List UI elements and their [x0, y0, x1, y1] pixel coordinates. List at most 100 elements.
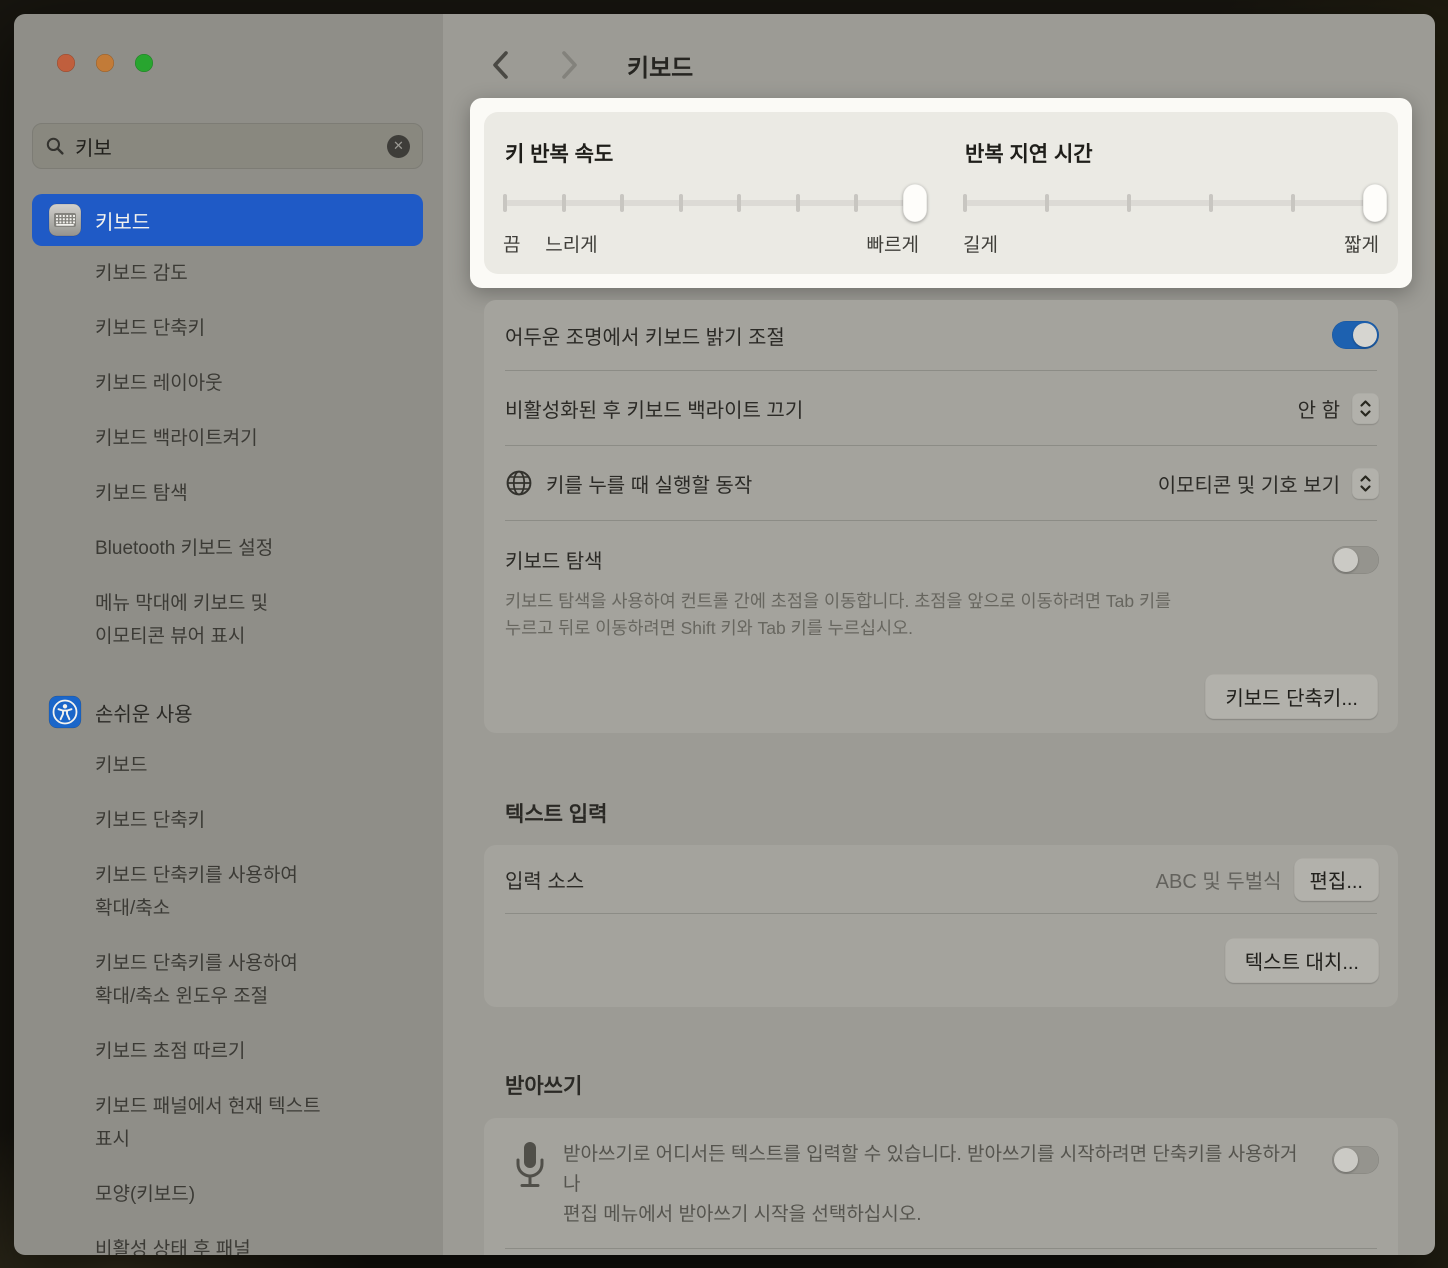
keyboard-navigation-label: 키보드 탐색 [505, 545, 603, 574]
clear-search-icon[interactable]: ✕ [387, 135, 410, 158]
repeat-delay-slider[interactable] [965, 184, 1375, 222]
window-controls [57, 54, 153, 72]
search-input[interactable]: 키보 [75, 132, 377, 161]
slider-tick [737, 194, 741, 212]
sidebar-item[interactable]: Bluetooth 키보드 설정 [32, 521, 423, 576]
text-input-card: 입력 소스 ABC 및 두벌식 편집... 텍스트 대치... [484, 845, 1398, 1007]
close-window-button[interactable] [57, 54, 75, 72]
forward-button[interactable] [553, 48, 587, 82]
sidebar: 키보 ✕ 키보드키보드 감도키보드 단축키키보드 레이아웃키보드 백라이트켜기키… [14, 14, 443, 1255]
globe-key-action-label: 키를 누를 때 실행할 동작 [546, 469, 752, 498]
sidebar-group-label: 손쉬운 사용 [95, 698, 193, 727]
slider-tick [679, 194, 683, 212]
dictation-row: 받아쓰기로 어디서든 텍스트를 입력할 수 있습니다. 받아쓰기를 시작하려면 … [484, 1118, 1398, 1230]
input-source-row: 입력 소스 ABC 및 두벌식 편집... [484, 845, 1398, 913]
input-source-value: ABC 및 두벌식 [1156, 865, 1282, 894]
navigation-header: 키보드 [443, 44, 693, 86]
dictation-description: 받아쓰기로 어디서든 텍스트를 입력할 수 있습니다. 받아쓰기를 시작하려면 … [563, 1140, 1314, 1230]
sidebar-item[interactable]: 키보드 패널에서 현재 텍스트 표시 [32, 1079, 423, 1167]
minimize-window-button[interactable] [96, 54, 114, 72]
microphone-icon [515, 1140, 545, 1192]
slider-tick [854, 194, 858, 212]
sidebar-item[interactable]: 키보드 단축키를 사용하여 확대/축소 [32, 848, 423, 936]
sidebar-search-results: 키보드키보드 감도키보드 단축키키보드 레이아웃키보드 백라이트켜기키보드 탐색… [32, 194, 423, 1255]
slider-label-slow: 느리게 [545, 230, 597, 257]
back-button[interactable] [483, 48, 517, 82]
globe-key-action-select[interactable] [1352, 468, 1379, 499]
sidebar-item[interactable]: 키보드 단축키 [32, 793, 423, 848]
sidebar-item[interactable]: 키보드 초점 따르기 [32, 1024, 423, 1079]
keyboard-shortcuts-button[interactable]: 키보드 단축키... [1205, 674, 1378, 719]
keyboard-brightness-row: 어두운 조명에서 키보드 밝기 조절 [484, 300, 1398, 370]
sidebar-item[interactable]: 키보드 레이아웃 [32, 356, 423, 411]
slider-tick [796, 194, 800, 212]
slider-label-short: 짧게 [1344, 230, 1379, 257]
keyboard-brightness-toggle[interactable] [1332, 321, 1379, 349]
sidebar-item[interactable]: 비활성 상태 후 패널 [32, 1222, 423, 1255]
system-settings-window: 키보 ✕ 키보드키보드 감도키보드 단축키키보드 레이아웃키보드 백라이트켜기키… [14, 14, 1435, 1255]
slider-tick [562, 194, 566, 212]
sidebar-item[interactable]: 키보드 단축키를 사용하여 확대/축소 윈도우 조절 [32, 936, 423, 1024]
key-repeat-rate-slider[interactable] [505, 184, 915, 222]
backlight-off-row: 비활성화된 후 키보드 백라이트 끄기 안 함 [484, 371, 1398, 445]
sidebar-group-keyboard[interactable]: 키보드 [32, 194, 423, 246]
key-repeat-card: 키 반복 속도 끔 느리게 빠르게 반복 지연 시간 [484, 112, 1398, 274]
globe-key-action-row: 키를 누를 때 실행할 동작 이모티콘 및 기호 보기 [484, 446, 1398, 520]
repeat-delay-column: 반복 지연 시간 길게 짧게 [965, 112, 1383, 274]
slider-tick [963, 194, 967, 212]
text-input-section-title: 텍스트 입력 [505, 798, 607, 828]
keyboard-settings-card: 어두운 조명에서 키보드 밝기 조절 비활성화된 후 키보드 백라이트 끄기 안… [484, 300, 1398, 733]
keyboard-navigation-toggle[interactable] [1332, 546, 1379, 574]
keyboard-navigation-row: 키보드 탐색 키보드 탐색을 사용하여 컨트롤 간에 초점을 이동합니다. 초점… [484, 521, 1398, 642]
accessibility-icon [48, 695, 82, 729]
slider-tick [503, 194, 507, 212]
slider-track[interactable] [965, 200, 1375, 206]
dictation-section-title: 받아쓰기 [505, 1070, 582, 1100]
backlight-off-label: 비활성화된 후 키보드 백라이트 끄기 [505, 394, 803, 423]
dictation-toggle[interactable] [1332, 1146, 1379, 1174]
slider-tick [620, 194, 624, 212]
sidebar-item[interactable]: 키보드 감도 [32, 246, 423, 301]
input-source-edit-button[interactable]: 편집... [1294, 858, 1379, 901]
slider-tick [1045, 194, 1049, 212]
toggle-knob [1334, 1148, 1358, 1172]
key-repeat-rate-label: 키 반복 속도 [505, 138, 613, 168]
slider-label-off: 끔 [503, 230, 520, 257]
zoom-window-button[interactable] [135, 54, 153, 72]
sidebar-group-accessibility[interactable]: 손쉬운 사용 [32, 686, 423, 738]
repeat-delay-label: 반복 지연 시간 [965, 138, 1093, 168]
dictation-card: 받아쓰기로 어디서든 텍스트를 입력할 수 있습니다. 받아쓰기를 시작하려면 … [484, 1118, 1398, 1255]
sidebar-group-label: 키보드 [95, 206, 150, 235]
sidebar-item[interactable]: 키보드 [32, 738, 423, 793]
slider-tick [1127, 194, 1131, 212]
keyboard-brightness-label: 어두운 조명에서 키보드 밝기 조절 [505, 321, 785, 350]
highlight-overlay: 키 반복 속도 끔 느리게 빠르게 반복 지연 시간 [470, 98, 1412, 288]
text-replacements-button[interactable]: 텍스트 대치... [1225, 938, 1379, 983]
keyboard-navigation-description: 키보드 탐색을 사용하여 컨트롤 간에 초점을 이동합니다. 초점을 앞으로 이… [505, 588, 1379, 642]
sidebar-item[interactable]: 키보드 탐색 [32, 466, 423, 521]
toggle-knob [1334, 548, 1358, 572]
backlight-off-select[interactable] [1352, 393, 1379, 424]
slider-tick [1209, 194, 1213, 212]
slider-thumb[interactable] [1363, 184, 1387, 222]
slider-tick [1291, 194, 1295, 212]
keyboard-icon [48, 203, 82, 237]
sidebar-item[interactable]: 모양(키보드) [32, 1167, 423, 1222]
sidebar-item[interactable]: 키보드 백라이트켜기 [32, 411, 423, 466]
page-title: 키보드 [627, 48, 693, 83]
dictation-language-row: 언어 한국어(대한민국) 편집... [484, 1249, 1398, 1255]
globe-icon [505, 469, 533, 497]
input-source-label: 입력 소스 [505, 865, 584, 894]
search-field[interactable]: 키보 ✕ [32, 123, 423, 169]
globe-key-action-value: 이모티콘 및 기호 보기 [1158, 469, 1340, 498]
search-icon [45, 136, 65, 156]
slider-label-long: 길게 [963, 230, 998, 257]
sidebar-item[interactable]: 키보드 단축키 [32, 301, 423, 356]
toggle-knob [1353, 323, 1377, 347]
key-repeat-scale-labels: 끔 느리게 빠르게 [505, 230, 915, 256]
slider-label-fast: 빠르게 [867, 230, 919, 257]
main-panel: 키보드 키 반복 속도 끔 느리게 빠르게 반복 지연 시간 [443, 14, 1435, 1255]
repeat-delay-scale-labels: 길게 짧게 [965, 230, 1375, 256]
sidebar-item[interactable]: 메뉴 막대에 키보드 및 이모티콘 뷰어 표시 [32, 576, 423, 664]
slider-thumb[interactable] [903, 184, 927, 222]
